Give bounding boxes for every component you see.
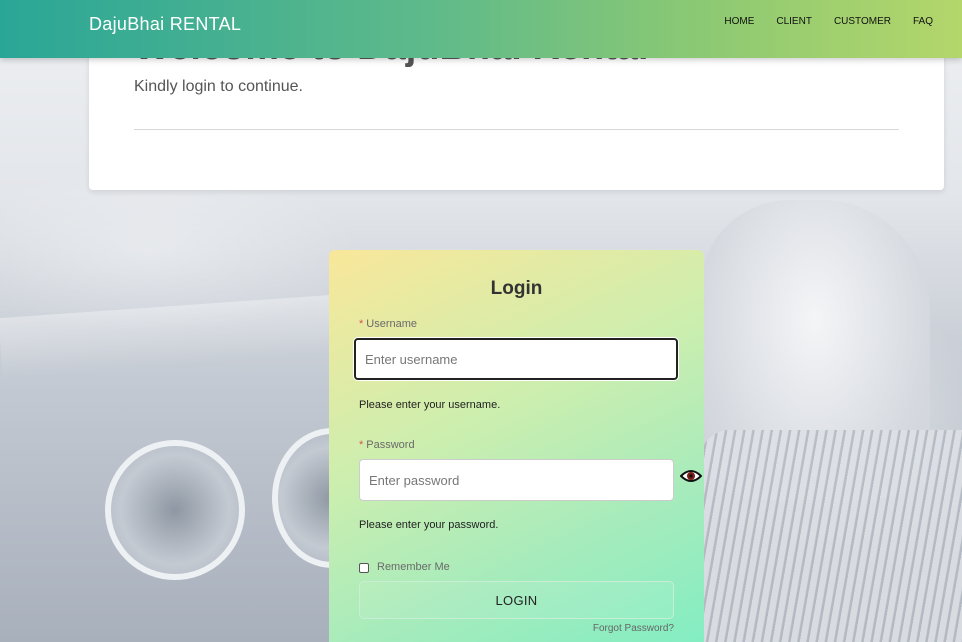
nav-home[interactable]: HOME [724, 16, 754, 28]
password-placeholder: Enter password [369, 472, 460, 488]
remember-me: Remember Me [359, 560, 450, 573]
password-input[interactable]: Enter password [359, 459, 674, 501]
password-label: * Password [359, 439, 415, 451]
nav-client[interactable]: CLIENT [776, 16, 812, 28]
password-label-text: Password [366, 439, 415, 451]
nav-links: HOME CLIENT CUSTOMER FAQ [724, 16, 933, 28]
welcome-card: Welcome to DajuBhai Rental Kindly login … [89, 40, 944, 190]
remember-me-checkbox[interactable] [359, 563, 369, 573]
background-vent-left [105, 440, 245, 580]
username-placeholder: Enter username [365, 351, 458, 367]
username-help: Please enter your username. [359, 399, 501, 411]
password-help: Please enter your password. [359, 519, 499, 531]
username-input[interactable]: Enter username [354, 338, 678, 380]
nav-faq[interactable]: FAQ [913, 16, 933, 28]
nav-customer[interactable]: CUSTOMER [834, 16, 891, 28]
required-asterisk: * [359, 318, 364, 330]
forgot-password-link[interactable]: Forgot Password? [593, 623, 674, 634]
login-title: Login [490, 278, 543, 299]
remember-me-label: Remember Me [377, 560, 450, 573]
brand-logo[interactable]: DajuBhai RENTAL [89, 14, 241, 35]
username-label: * Username [359, 318, 417, 330]
login-button[interactable]: LOGIN [359, 581, 674, 619]
background-sleeve [700, 430, 962, 642]
required-asterisk: * [359, 439, 364, 451]
welcome-subtitle: Kindly login to continue. [134, 78, 303, 95]
eye-icon[interactable] [680, 466, 702, 486]
username-label-text: Username [366, 318, 418, 330]
navbar: DajuBhai RENTAL HOME CLIENT CUSTOMER FAQ [0, 0, 962, 58]
login-form: Login * Username Enter username Please en… [329, 250, 704, 642]
welcome-divider [134, 129, 899, 130]
